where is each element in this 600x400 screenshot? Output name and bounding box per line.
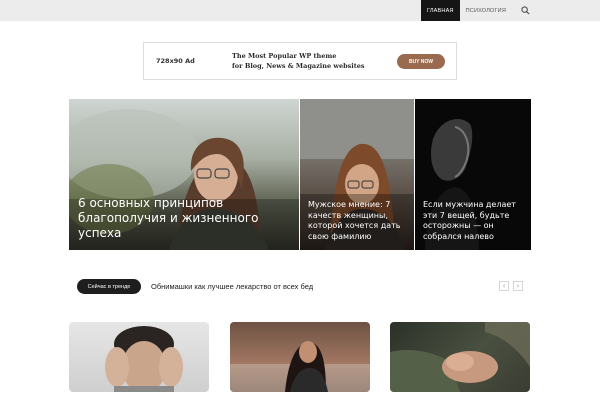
chevron-right-icon: › bbox=[516, 281, 520, 290]
post-image-stressed-man bbox=[105, 326, 183, 392]
chevron-left-icon: ‹ bbox=[502, 281, 506, 290]
featured-post-right[interactable]: Если мужчина делает эти 7 вещей, будьте … bbox=[415, 99, 531, 250]
main-nav: Главная Психология bbox=[420, 0, 600, 21]
nav-item-home[interactable]: Главная bbox=[420, 0, 460, 21]
top-bar: Главная Психология bbox=[0, 0, 600, 21]
post-card[interactable] bbox=[390, 322, 530, 392]
buy-now-button[interactable]: BUY NOW bbox=[397, 54, 445, 69]
trending-bar: Сейчас в тренде Обнимашки как лучшее лек… bbox=[77, 279, 531, 294]
post-card[interactable] bbox=[69, 322, 209, 392]
nav-item-psychology[interactable]: Психология bbox=[460, 0, 512, 21]
ad-banner[interactable]: 728x90 Ad The Most Popular WP theme for … bbox=[143, 42, 457, 80]
post-image-woman-car bbox=[230, 341, 370, 392]
search-button[interactable] bbox=[512, 0, 538, 21]
featured-post-middle[interactable]: Мужское мнение: 7 качеств женщины, котор… bbox=[300, 99, 414, 250]
trending-badge: Сейчас в тренде bbox=[77, 279, 141, 294]
post-card[interactable] bbox=[230, 322, 370, 392]
featured-post-large[interactable]: 6 основных принципов благополучия и жизн… bbox=[69, 99, 299, 250]
featured-title[interactable]: 6 основных принципов благополучия и жизн… bbox=[78, 196, 296, 241]
trending-next-button[interactable]: › bbox=[513, 281, 523, 291]
post-image-holding-hands bbox=[390, 322, 530, 392]
featured-title[interactable]: Мужское мнение: 7 качеств женщины, котор… bbox=[308, 200, 412, 242]
ad-size-label: 728x90 Ad bbox=[156, 57, 195, 65]
trending-headline[interactable]: Обнимашки как лучшее лекарство от всех б… bbox=[151, 282, 313, 291]
trending-prev-button[interactable]: ‹ bbox=[499, 281, 509, 291]
featured-title[interactable]: Если мужчина делает эти 7 вещей, будьте … bbox=[423, 200, 527, 242]
ad-headline: The Most Popular WP theme bbox=[232, 52, 337, 60]
ad-subline: for Blog, News & Magazine websites bbox=[232, 62, 365, 70]
search-icon bbox=[520, 6, 530, 15]
